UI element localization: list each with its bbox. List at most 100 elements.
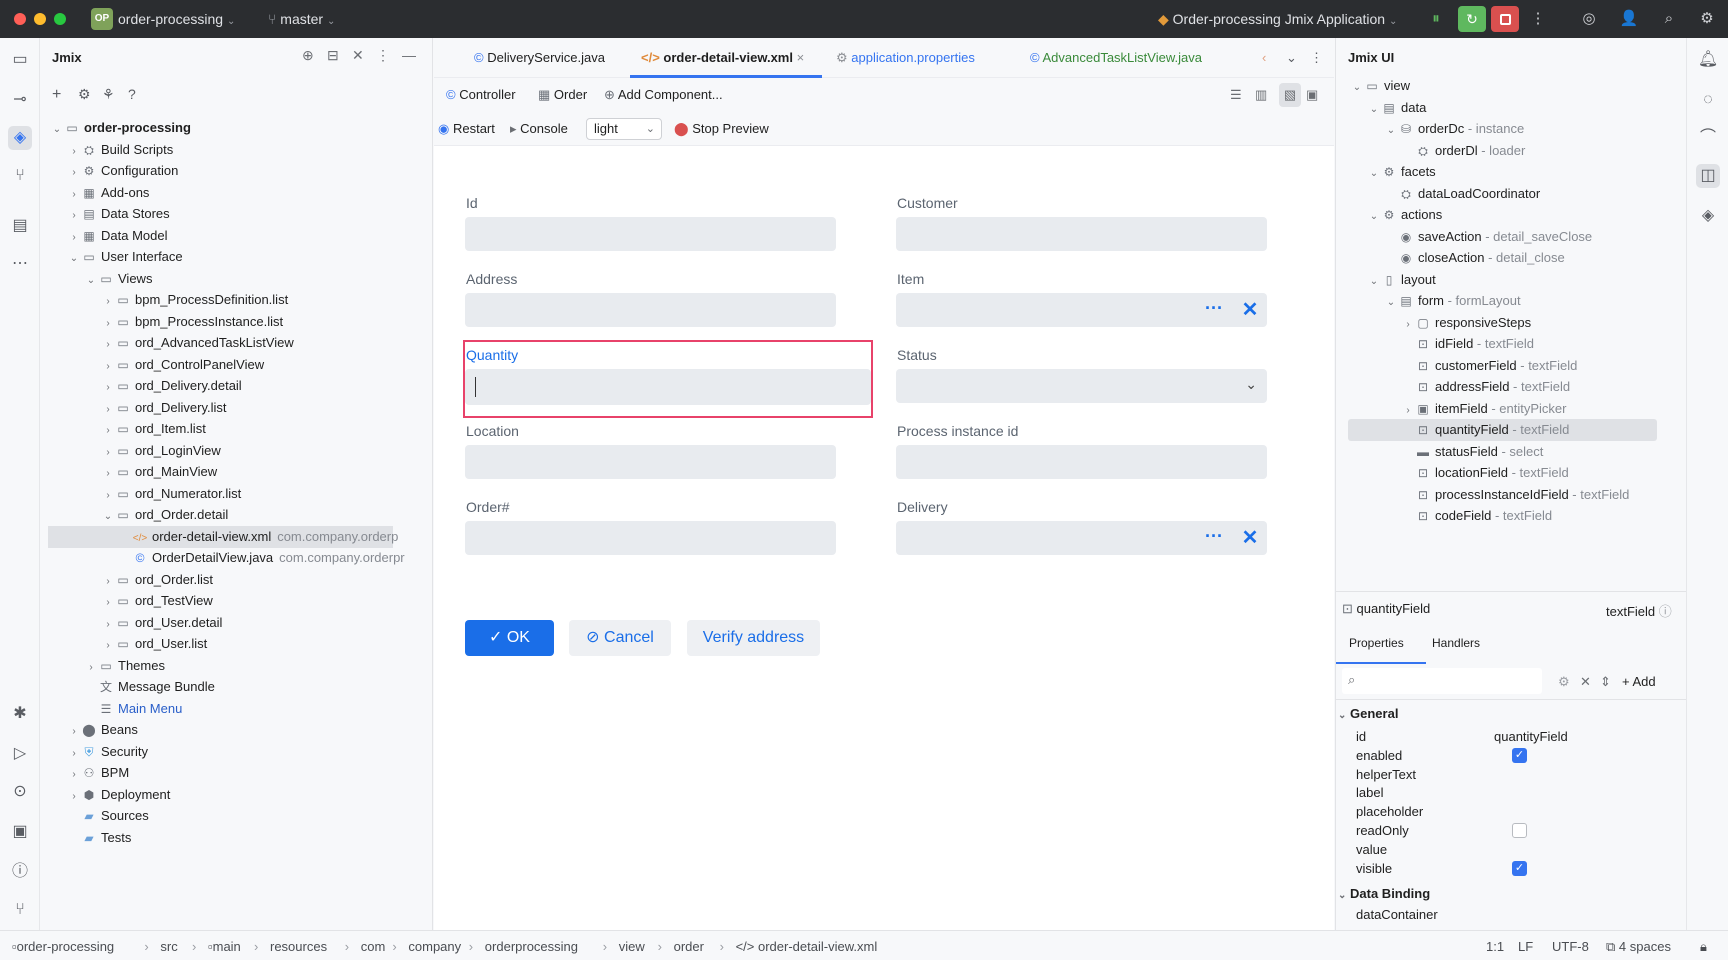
breadcrumb-item[interactable]: ▫order-processing	[12, 939, 114, 954]
breadcrumb-item[interactable]: ▫main	[208, 939, 241, 954]
property-search-input[interactable]: ⌕	[1342, 668, 1542, 694]
services-icon[interactable]: ⊙	[8, 780, 32, 804]
caret-position[interactable]: 1:1	[1486, 939, 1504, 954]
status-select[interactable]: ⌄	[896, 369, 1267, 403]
order-number-field[interactable]	[465, 521, 836, 555]
component-tree-item[interactable]: ◉ saveAction - detail_saveClose	[1348, 226, 1657, 248]
customer-field[interactable]	[896, 217, 1267, 251]
project-tree-item[interactable]: </> order-detail-view.xml com.company.orde…	[48, 525, 398, 548]
indent-setting[interactable]: ⧉ 4 spaces	[1606, 939, 1671, 955]
component-tree-item[interactable]: ⊡ addressField - textField	[1348, 376, 1657, 398]
tab-handlers[interactable]: Handlers	[1432, 636, 1480, 650]
tree-options-icon[interactable]: ⚘	[102, 86, 115, 103]
add-icon[interactable]: +	[52, 86, 61, 104]
theme-select[interactable]: light ⌄	[586, 118, 662, 140]
order-entity-button[interactable]: ▦ Order	[538, 87, 587, 103]
project-tree-item[interactable]: › ▤ Data Stores	[40, 203, 393, 225]
project-tree-item[interactable]: ▰ Sources	[40, 805, 393, 827]
breadcrumb-item[interactable]: resources	[270, 939, 327, 954]
cancel-button[interactable]: ⊘ Cancel	[569, 620, 671, 656]
breadcrumb-item[interactable]: </> order-detail-view.xml	[736, 939, 878, 954]
project-tree-item[interactable]: › ▭ ord_User.list	[40, 633, 393, 655]
component-tree-item[interactable]: ⊡ idField - textField	[1348, 333, 1657, 355]
preview-icon[interactable]: ▣	[1306, 87, 1318, 103]
address-field[interactable]	[465, 293, 836, 327]
project-tree-item[interactable]: › ⬢ Deployment	[40, 784, 393, 806]
project-tree-item[interactable]: › ▭ ord_AdvancedTaskListView	[40, 332, 393, 354]
jmix-ai-icon[interactable]: ◈	[1696, 204, 1720, 228]
component-tree-item[interactable]: ⌄ ⚙ actions	[1348, 204, 1657, 226]
chevron-down-icon[interactable]: ⌄	[1384, 292, 1398, 314]
project-tree-item[interactable]: ▰ Tests	[40, 827, 393, 849]
component-tree-item[interactable]: › ▣ itemField - entityPicker	[1348, 398, 1657, 420]
terminal-icon[interactable]: ▣	[8, 820, 32, 844]
problems-icon[interactable]: ⓘ	[8, 860, 32, 884]
tabs-list-icon[interactable]: ⌄	[1286, 50, 1297, 66]
chevron-down-icon[interactable]: ⌄	[1367, 206, 1381, 228]
pause-icon[interactable]: ⏸	[1426, 9, 1446, 29]
project-tree-item[interactable]: › ⚇ BPM	[40, 762, 393, 784]
minimize-window-button[interactable]	[34, 13, 46, 25]
project-tree-item[interactable]: › ▭ bpm_ProcessDefinition.list	[40, 289, 393, 311]
chevron-down-icon[interactable]: ⌄	[1367, 163, 1381, 185]
project-tree-item[interactable]: © OrderDetailView.java com.company.orderpr	[40, 547, 405, 569]
verify-address-button[interactable]: Verify address	[687, 620, 820, 656]
project-tree-item[interactable]: › ⛭ Build Scripts	[40, 139, 393, 161]
encoding[interactable]: UTF-8	[1552, 939, 1589, 954]
project-tree-item[interactable]: › ▭ ord_Item.list	[40, 418, 393, 440]
add-button[interactable]: + Add	[1622, 674, 1656, 689]
project-tree-item[interactable]: ☰ Main Menu	[40, 698, 393, 720]
ellipsis-icon[interactable]: ···	[1197, 521, 1231, 555]
breadcrumb-item[interactable]: order	[674, 939, 704, 954]
project-tree-item[interactable]: › ▭ ord_TestView	[40, 590, 393, 612]
project-tree-item[interactable]: ⌄ ▭ ord_Order.detail	[40, 504, 393, 526]
project-tree-item[interactable]: › ▭ ord_Delivery.list	[40, 397, 393, 419]
project-tree-item[interactable]: › ⬤ Beans	[40, 719, 393, 741]
tab-advanced-task-list-view[interactable]: © AdvancedTaskListView.java	[1030, 50, 1202, 65]
component-tree-item[interactable]: ◉ closeAction - detail_close	[1348, 247, 1657, 269]
breadcrumb-item[interactable]: view	[619, 939, 645, 954]
ai-chat-icon[interactable]: ◌	[1696, 88, 1720, 112]
split-view-icon[interactable]: ▥	[1255, 87, 1267, 103]
component-tree-item[interactable]: ⌄ ⚙ facets	[1348, 161, 1657, 183]
delivery-field[interactable]: ··· ✕	[896, 521, 1267, 555]
project-tree-item[interactable]: › ▭ Themes	[40, 655, 393, 677]
tab-application-properties[interactable]: ⚙ application.properties	[836, 50, 975, 66]
help-icon[interactable]: ⓘ	[1659, 604, 1672, 619]
structure-icon[interactable]: ▤	[8, 214, 32, 238]
jmix-icon[interactable]: ◈	[8, 126, 32, 150]
readonly-toggle-icon[interactable]: 🔒︎	[1700, 939, 1707, 955]
project-tree-item[interactable]: › ⚙ Configuration	[40, 160, 393, 182]
jmix-ui-icon[interactable]: ◫	[1696, 164, 1720, 188]
breadcrumb-item[interactable]: company	[408, 939, 461, 954]
gradle-icon[interactable]: ⌒	[1696, 126, 1720, 150]
ellipsis-icon[interactable]: ···	[1197, 293, 1231, 327]
component-tree-item[interactable]: ⊡ quantityField - textField	[1348, 419, 1657, 441]
help-icon[interactable]: ?	[128, 86, 136, 102]
project-tree-item[interactable]: ⌄ ▭ User Interface	[40, 246, 393, 268]
restart-button[interactable]: ◉ Restart	[438, 121, 495, 137]
component-tree-item[interactable]: ▬ statusField - select	[1348, 441, 1657, 463]
collapse-icon[interactable]: ✕	[1580, 674, 1591, 690]
component-tree-item[interactable]: ⛭ orderDl - loader	[1348, 140, 1657, 162]
component-tree-item[interactable]: ⌄ ▯ layout	[1348, 269, 1657, 291]
add-user-icon[interactable]: 👤	[1619, 9, 1639, 29]
project-tree-item[interactable]: › ▭ ord_ControlPanelView	[40, 354, 393, 376]
project-tree-item[interactable]: ⌄ ▭ order-processing	[40, 117, 393, 139]
search-icon[interactable]: ⌕	[1659, 9, 1679, 29]
project-switcher[interactable]: order-processing ⌄	[118, 11, 235, 27]
component-tree-item[interactable]: ⌄ ▤ data	[1348, 97, 1657, 119]
id-field[interactable]	[465, 217, 836, 251]
expand-all-icon[interactable]: ⊟	[327, 47, 339, 64]
zoom-window-button[interactable]	[54, 13, 66, 25]
hide-icon[interactable]: —	[402, 47, 416, 63]
checkbox-unchecked[interactable]	[1512, 823, 1527, 838]
text-view-icon[interactable]: ☰	[1230, 87, 1242, 103]
more-icon[interactable]: ⋮	[1528, 9, 1548, 29]
group-general[interactable]: ⌄ General	[1338, 706, 1398, 721]
group-data-binding[interactable]: ⌄ Data Binding	[1338, 886, 1430, 901]
settings-icon[interactable]: ⚙	[78, 86, 91, 103]
tab-order-detail-view[interactable]: </> order-detail-view.xml ×	[641, 50, 804, 65]
project-tree-item[interactable]: ⌄ ▭ Views	[40, 268, 393, 290]
commit-icon[interactable]: ⊸	[8, 88, 32, 112]
